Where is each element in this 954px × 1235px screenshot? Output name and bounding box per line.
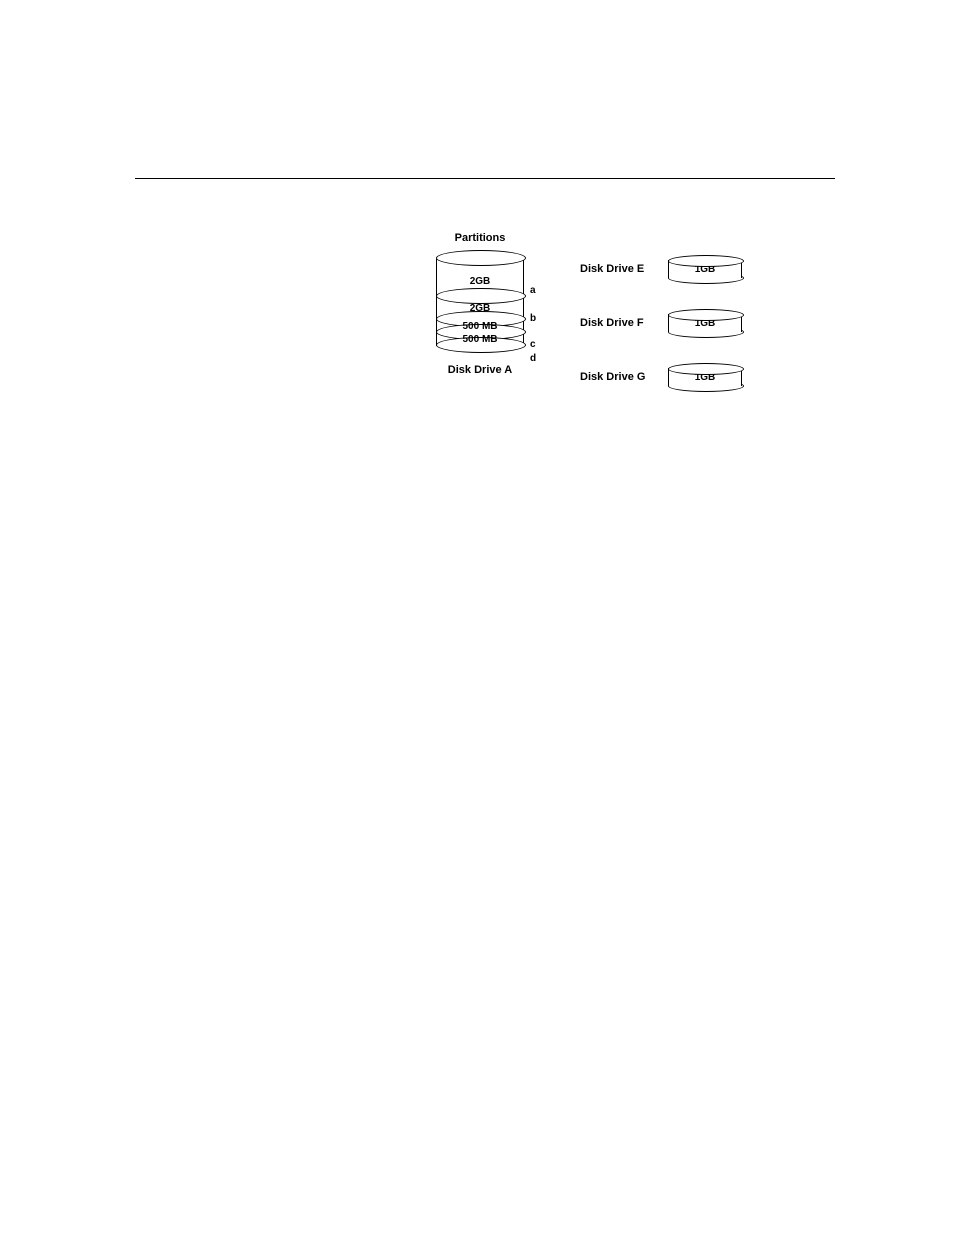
partition-letter-label: d [530,354,536,364]
horizontal-rule [135,178,835,179]
partition-size-label: 2GB [470,276,491,287]
partition-letter-label: b [530,314,536,324]
page: Partitions 2GB 2GB 500 MB 500 MB [0,0,954,1235]
partition-size-label: 500 MB [462,321,497,332]
partition-letter-label: a [530,286,536,296]
disk-drive-a-label: Disk Drive A [430,364,530,376]
small-drive-name: Disk Drive E [580,263,662,275]
cylinder-top-icon [436,250,526,266]
small-drive-name: Disk Drive F [580,317,662,329]
partition-size-label: 2GB [470,303,491,314]
small-cylinder-icon: 1GB [668,367,742,387]
disk-drive-a-cylinder: 2GB 2GB 500 MB 500 MB [436,250,524,346]
partitions-heading: Partitions [430,232,530,244]
small-drives-group: Disk Drive E 1GB Disk Drive F 1GB Disk D… [580,254,742,416]
cylinder-top-icon [668,363,744,375]
partition-letter-label: c [530,340,536,350]
cylinder-divider-icon [436,288,526,304]
cylinder-top-icon [668,309,744,321]
partition-size-label: 500 MB [462,334,497,345]
small-drive-row: Disk Drive G 1GB [580,362,742,392]
diagram: Partitions 2GB 2GB 500 MB 500 MB [430,232,790,452]
small-drive-row: Disk Drive E 1GB [580,254,742,284]
cylinder-top-icon [668,255,744,267]
small-cylinder-icon: 1GB [668,313,742,333]
small-cylinder-icon: 1GB [668,259,742,279]
small-drive-name: Disk Drive G [580,371,662,383]
small-drive-row: Disk Drive F 1GB [580,308,742,338]
disk-drive-a-group: Partitions 2GB 2GB 500 MB 500 MB [430,232,530,376]
